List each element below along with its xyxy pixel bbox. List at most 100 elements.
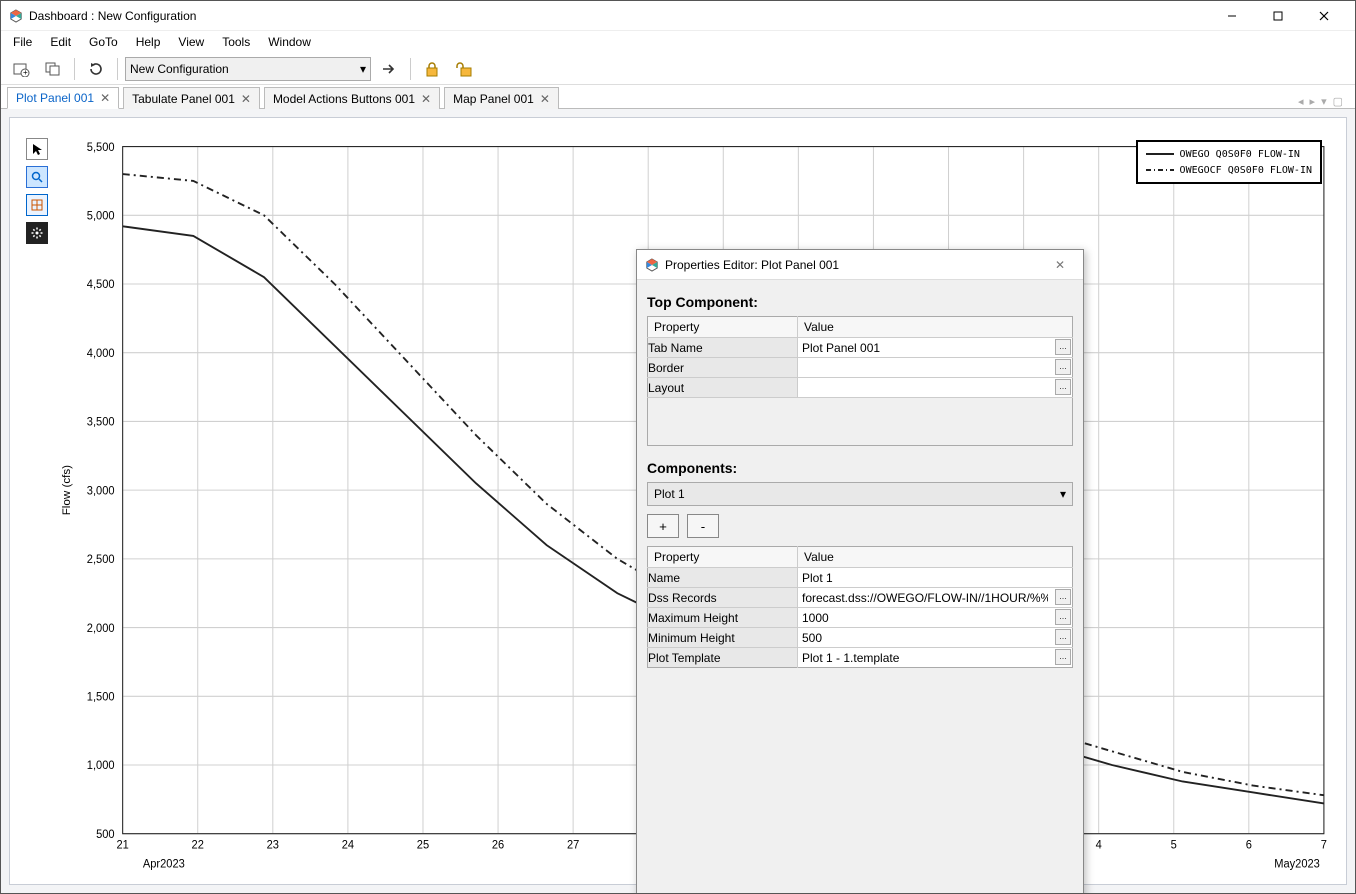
tab-dropdown-icon[interactable]: ▾ xyxy=(1319,95,1329,108)
tab-close-icon[interactable]: ✕ xyxy=(540,92,550,106)
tab-label: Tabulate Panel 001 xyxy=(132,92,235,106)
svg-text:3,000: 3,000 xyxy=(87,485,115,497)
component-select[interactable]: Plot 1 ▾ xyxy=(647,482,1073,506)
tab-label: Map Panel 001 xyxy=(453,92,534,106)
tab-nav: ◂ ▸ ▾ ▢ xyxy=(1296,95,1349,108)
tab-close-icon[interactable]: ✕ xyxy=(241,92,251,106)
gear-tool[interactable] xyxy=(26,222,48,244)
dialog-close-button[interactable]: ✕ xyxy=(1045,251,1075,279)
tab-maximize-icon[interactable]: ▢ xyxy=(1331,95,1345,108)
svg-text:25: 25 xyxy=(417,839,429,851)
svg-text:Flow (cfs): Flow (cfs) xyxy=(61,465,73,516)
prop-tab-name-input[interactable] xyxy=(798,338,1052,357)
svg-text:Apr2023: Apr2023 xyxy=(143,858,185,870)
ellipsis-button[interactable]: … xyxy=(1055,649,1071,665)
svg-text:5: 5 xyxy=(1171,839,1177,851)
copy-config-button[interactable] xyxy=(39,56,67,82)
pointer-tool[interactable] xyxy=(26,138,48,160)
chevron-down-icon: ▾ xyxy=(1060,487,1066,501)
column-value: Value xyxy=(798,317,1073,338)
column-value: Value xyxy=(798,547,1073,568)
prop-border-input[interactable] xyxy=(798,358,1052,377)
tabbar: Plot Panel 001✕ Tabulate Panel 001 ✕ Mode… xyxy=(1,85,1355,109)
top-props-table: PropertyValue Tab Name … Border … Layout… xyxy=(647,316,1073,446)
toolbar: + New Configuration ▾ xyxy=(1,53,1355,85)
ellipsis-button[interactable]: … xyxy=(1055,359,1071,375)
chevron-down-icon: ▾ xyxy=(360,62,366,76)
lock-open-icon[interactable] xyxy=(450,56,478,82)
ellipsis-button[interactable]: … xyxy=(1055,379,1071,395)
prop-minh-label: Minimum Height xyxy=(648,628,798,648)
component-select-value: Plot 1 xyxy=(654,487,685,501)
prop-maxh-input[interactable] xyxy=(798,608,1052,627)
menu-help[interactable]: Help xyxy=(128,33,169,51)
prop-border-label: Border xyxy=(648,358,798,378)
config-select[interactable]: New Configuration ▾ xyxy=(125,57,371,81)
svg-text:22: 22 xyxy=(192,839,204,851)
prop-template-input[interactable] xyxy=(798,648,1052,667)
components-heading: Components: xyxy=(647,460,1073,476)
menu-tools[interactable]: Tools xyxy=(214,33,258,51)
menu-goto[interactable]: GoTo xyxy=(81,33,126,51)
tab-close-icon[interactable]: ✕ xyxy=(421,92,431,106)
dialog-icon xyxy=(645,258,659,272)
svg-text:5,000: 5,000 xyxy=(87,210,115,222)
svg-text:6: 6 xyxy=(1246,839,1252,851)
svg-text:26: 26 xyxy=(492,839,504,851)
ellipsis-button[interactable]: … xyxy=(1055,339,1071,355)
content-area: 5001,0001,5002,0002,5003,0003,5004,0004,… xyxy=(1,109,1355,893)
svg-text:4: 4 xyxy=(1096,839,1102,851)
menu-view[interactable]: View xyxy=(170,33,212,51)
svg-text:3,500: 3,500 xyxy=(87,416,115,428)
top-component-heading: Top Component: xyxy=(647,294,1073,310)
legend: OWEGO Q0S0F0 FLOW-IN OWEGOCF Q0S0F0 FLOW… xyxy=(1136,140,1322,184)
titlebar: Dashboard : New Configuration xyxy=(1,1,1355,31)
menu-file[interactable]: File xyxy=(5,33,40,51)
app-icon xyxy=(9,9,23,23)
refresh-button[interactable] xyxy=(82,56,110,82)
menu-edit[interactable]: Edit xyxy=(42,33,79,51)
tab-prev-icon[interactable]: ◂ xyxy=(1296,95,1306,108)
add-component-button[interactable]: + xyxy=(647,514,679,538)
maximize-button[interactable] xyxy=(1255,1,1301,31)
lock-closed-icon[interactable] xyxy=(418,56,446,82)
legend-item-2: OWEGOCF Q0S0F0 FLOW-IN xyxy=(1180,165,1312,176)
minimize-button[interactable] xyxy=(1209,1,1255,31)
tab-map-panel[interactable]: Map Panel 001 ✕ xyxy=(444,87,559,109)
zoom-tool[interactable] xyxy=(26,166,48,188)
tab-plot-panel[interactable]: Plot Panel 001✕ xyxy=(7,87,119,109)
tab-tabulate-panel[interactable]: Tabulate Panel 001 ✕ xyxy=(123,87,260,109)
prop-minh-input[interactable] xyxy=(798,628,1052,647)
tab-model-actions[interactable]: Model Actions Buttons 001 ✕ xyxy=(264,87,440,109)
svg-text:500: 500 xyxy=(96,829,115,841)
svg-text:2,500: 2,500 xyxy=(87,554,115,566)
prop-dss-input[interactable] xyxy=(798,588,1052,607)
ellipsis-button[interactable]: … xyxy=(1055,629,1071,645)
window-title: Dashboard : New Configuration xyxy=(29,9,196,23)
svg-text:+: + xyxy=(23,68,28,77)
dialog-titlebar: Properties Editor: Plot Panel 001 ✕ xyxy=(637,250,1083,280)
svg-text:1,000: 1,000 xyxy=(87,760,115,772)
tab-label: Model Actions Buttons 001 xyxy=(273,92,415,106)
remove-component-button[interactable]: - xyxy=(687,514,719,538)
prop-layout-input[interactable] xyxy=(798,378,1052,397)
svg-text:4,500: 4,500 xyxy=(87,279,115,291)
dialog-footer: OK Cancel Apply xyxy=(637,890,1083,893)
new-config-button[interactable]: + xyxy=(7,56,35,82)
ellipsis-button[interactable]: … xyxy=(1055,589,1071,605)
prop-template-label: Plot Template xyxy=(648,648,798,668)
svg-text:1,500: 1,500 xyxy=(87,691,115,703)
svg-text:7: 7 xyxy=(1321,839,1327,851)
grid-tool[interactable] xyxy=(26,194,48,216)
close-button[interactable] xyxy=(1301,1,1347,31)
prop-tab-name-label: Tab Name xyxy=(648,338,798,358)
column-property: Property xyxy=(648,317,798,338)
menu-window[interactable]: Window xyxy=(260,33,319,51)
prop-name-label: Name xyxy=(648,568,798,588)
prop-layout-label: Layout xyxy=(648,378,798,398)
tab-close-icon[interactable]: ✕ xyxy=(100,91,110,105)
ellipsis-button[interactable]: … xyxy=(1055,609,1071,625)
tab-next-icon[interactable]: ▸ xyxy=(1308,95,1318,108)
prop-name-input[interactable] xyxy=(798,568,1052,587)
go-button[interactable] xyxy=(375,56,403,82)
